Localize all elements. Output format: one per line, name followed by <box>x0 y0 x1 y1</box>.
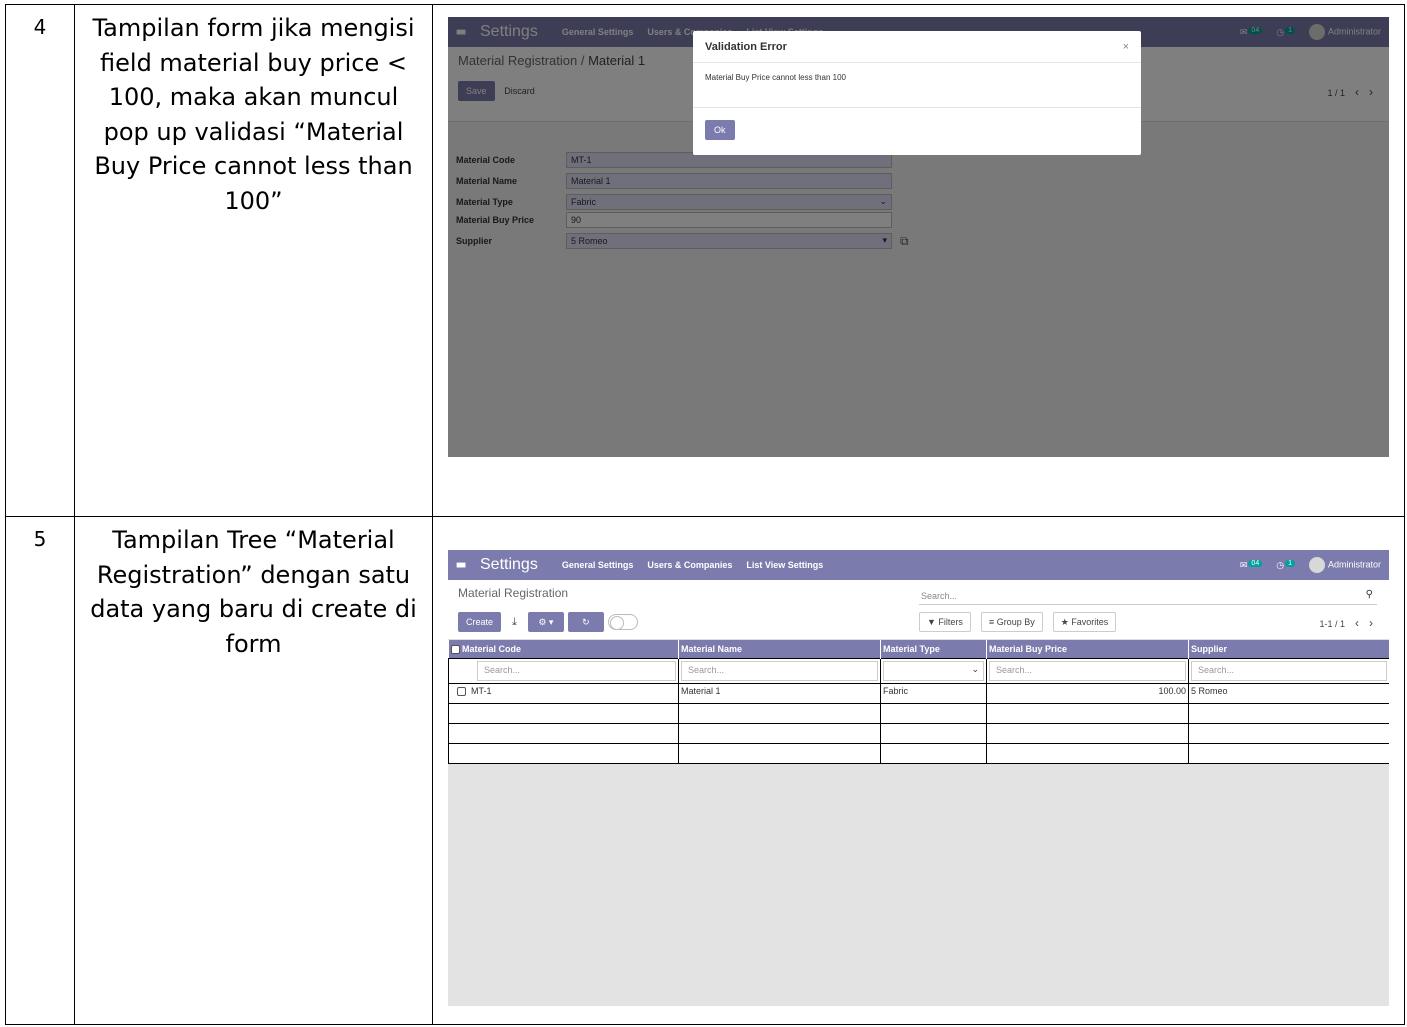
create-button[interactable]: Create <box>458 612 502 632</box>
filter-material-type[interactable]: ⌄ <box>883 660 984 681</box>
cell-code: MT-1 <box>471 685 492 696</box>
control-panel: Material Registration Search... ⚲ Create … <box>448 580 1389 640</box>
ok-button[interactable]: Ok <box>705 120 735 140</box>
favorites-label: Favorites <box>1071 617 1109 627</box>
dialog-header: Validation Error × <box>693 31 1141 63</box>
column-material-name[interactable]: Material Name <box>678 640 881 658</box>
toggle-switch[interactable] <box>607 614 638 630</box>
table-row: 5 Tampilan Tree “Material Registration” … <box>5 516 1405 1025</box>
document-table: 4 Tampilan form jika mengisi field mater… <box>5 4 1405 1025</box>
form-screenshot: ■■ Settings General Settings Users & Com… <box>448 17 1389 457</box>
messages-icon[interactable]: ✉04 <box>1240 559 1263 571</box>
favorites-button[interactable]: ★ Favorites <box>1052 612 1117 632</box>
list-buttons: Create ⤓ ⚙ ▾ ↻ <box>458 612 638 632</box>
filters-label: Filters <box>938 617 963 627</box>
chevron-down-icon: ⌄ <box>971 663 979 674</box>
app-name[interactable]: Settings <box>480 556 538 574</box>
row-number: 5 <box>5 516 75 1025</box>
messages-badge: 04 <box>1248 559 1263 567</box>
cell-type: Fabric <box>880 682 987 704</box>
user-name: Administrator <box>1327 559 1381 570</box>
cell-price: 100.00 <box>986 682 1189 704</box>
search-icon[interactable]: ⚲ <box>1366 589 1373 600</box>
dialog-title: Validation Error <box>705 40 787 53</box>
star-icon: ★ <box>1060 616 1072 627</box>
row-description: Tampilan form jika mengisi field materia… <box>74 4 433 517</box>
column-material-code[interactable]: Material Code <box>448 640 679 658</box>
search-options: ▼ Filters ≡ Group By ★ Favorites <box>919 612 1117 632</box>
column-supplier[interactable]: Supplier <box>1188 640 1389 658</box>
apps-grid-icon[interactable]: ■■ <box>456 560 468 571</box>
screenshot-cell: ■■ Settings General Settings Users & Com… <box>432 516 1405 1025</box>
group-by-label: Group By <box>996 617 1035 627</box>
filter-supplier[interactable]: Search... <box>1191 660 1387 681</box>
dialog-footer: Ok <box>693 108 1141 140</box>
filter-icon: ▼ <box>927 617 939 627</box>
column-material-type[interactable]: Material Type <box>880 640 987 658</box>
menu-users-companies[interactable]: Users & Companies <box>647 560 732 570</box>
list-header: Material Code Material Name Material Typ… <box>448 640 1389 658</box>
cell-supplier: 5 Romeo <box>1188 682 1389 704</box>
menu-general-settings[interactable]: General Settings <box>562 560 634 570</box>
table-row: 4 Tampilan form jika mengisi field mater… <box>5 4 1405 517</box>
filter-material-buy-price[interactable]: Search... <box>989 660 1186 681</box>
empty-row <box>448 722 1389 744</box>
filter-material-code[interactable]: Search... <box>477 660 676 681</box>
material-list: Material Code Material Name Material Typ… <box>448 640 1389 764</box>
activity-icon[interactable]: ◷1 <box>1276 559 1295 571</box>
activity-badge: 1 <box>1285 559 1295 567</box>
search-placeholder: Search... <box>921 591 958 601</box>
search-input[interactable]: Search... ⚲ <box>919 587 1377 605</box>
list-screenshot: ■■ Settings General Settings Users & Com… <box>448 550 1389 1006</box>
row-description: Tampilan Tree “Material Registration” de… <box>74 516 433 1025</box>
validation-error-dialog: Validation Error × Material Buy Price ca… <box>693 31 1141 155</box>
table-row[interactable]: MT-1 Material 1 Fabric 100.00 5 Romeo <box>448 682 1389 704</box>
chevron-left-icon[interactable]: ‹ <box>1355 616 1359 630</box>
select-all-checkbox[interactable] <box>450 644 460 654</box>
menu-list-view-settings[interactable]: List View Settings <box>746 560 823 570</box>
column-material-buy-price[interactable]: Material Buy Price <box>986 640 1189 658</box>
group-by-icon: ≡ <box>988 617 997 627</box>
filter-row: Search... Search... ⌄ Search... Search..… <box>448 657 1389 684</box>
group-by-button[interactable]: ≡ Group By <box>980 612 1043 632</box>
cell-name: Material 1 <box>678 682 881 704</box>
dialog-message: Material Buy Price cannot less than 100 <box>693 63 1141 108</box>
filter-material-name[interactable]: Search... <box>681 660 878 681</box>
empty-row <box>448 702 1389 724</box>
chevron-right-icon[interactable]: › <box>1369 616 1373 630</box>
download-icon[interactable]: ⤓ <box>505 612 524 632</box>
column-label: Material Code <box>462 643 522 654</box>
filters-button[interactable]: ▼ Filters <box>919 612 971 632</box>
pager: 1-1 / 1 ‹ › <box>1319 616 1373 630</box>
gear-icon[interactable]: ⚙ ▾ <box>527 612 564 632</box>
refresh-icon[interactable]: ↻ <box>567 612 604 632</box>
close-icon[interactable]: × <box>1123 41 1129 53</box>
pager-value[interactable]: 1-1 / 1 <box>1319 619 1345 629</box>
avatar <box>1308 557 1325 573</box>
row-checkbox[interactable] <box>457 686 466 696</box>
row-number: 4 <box>5 4 75 517</box>
navbar: ■■ Settings General Settings Users & Com… <box>448 550 1389 580</box>
user-menu[interactable]: Administrator <box>1308 557 1381 573</box>
screenshot-cell: ■■ Settings General Settings Users & Com… <box>432 4 1405 517</box>
empty-row <box>448 742 1389 764</box>
